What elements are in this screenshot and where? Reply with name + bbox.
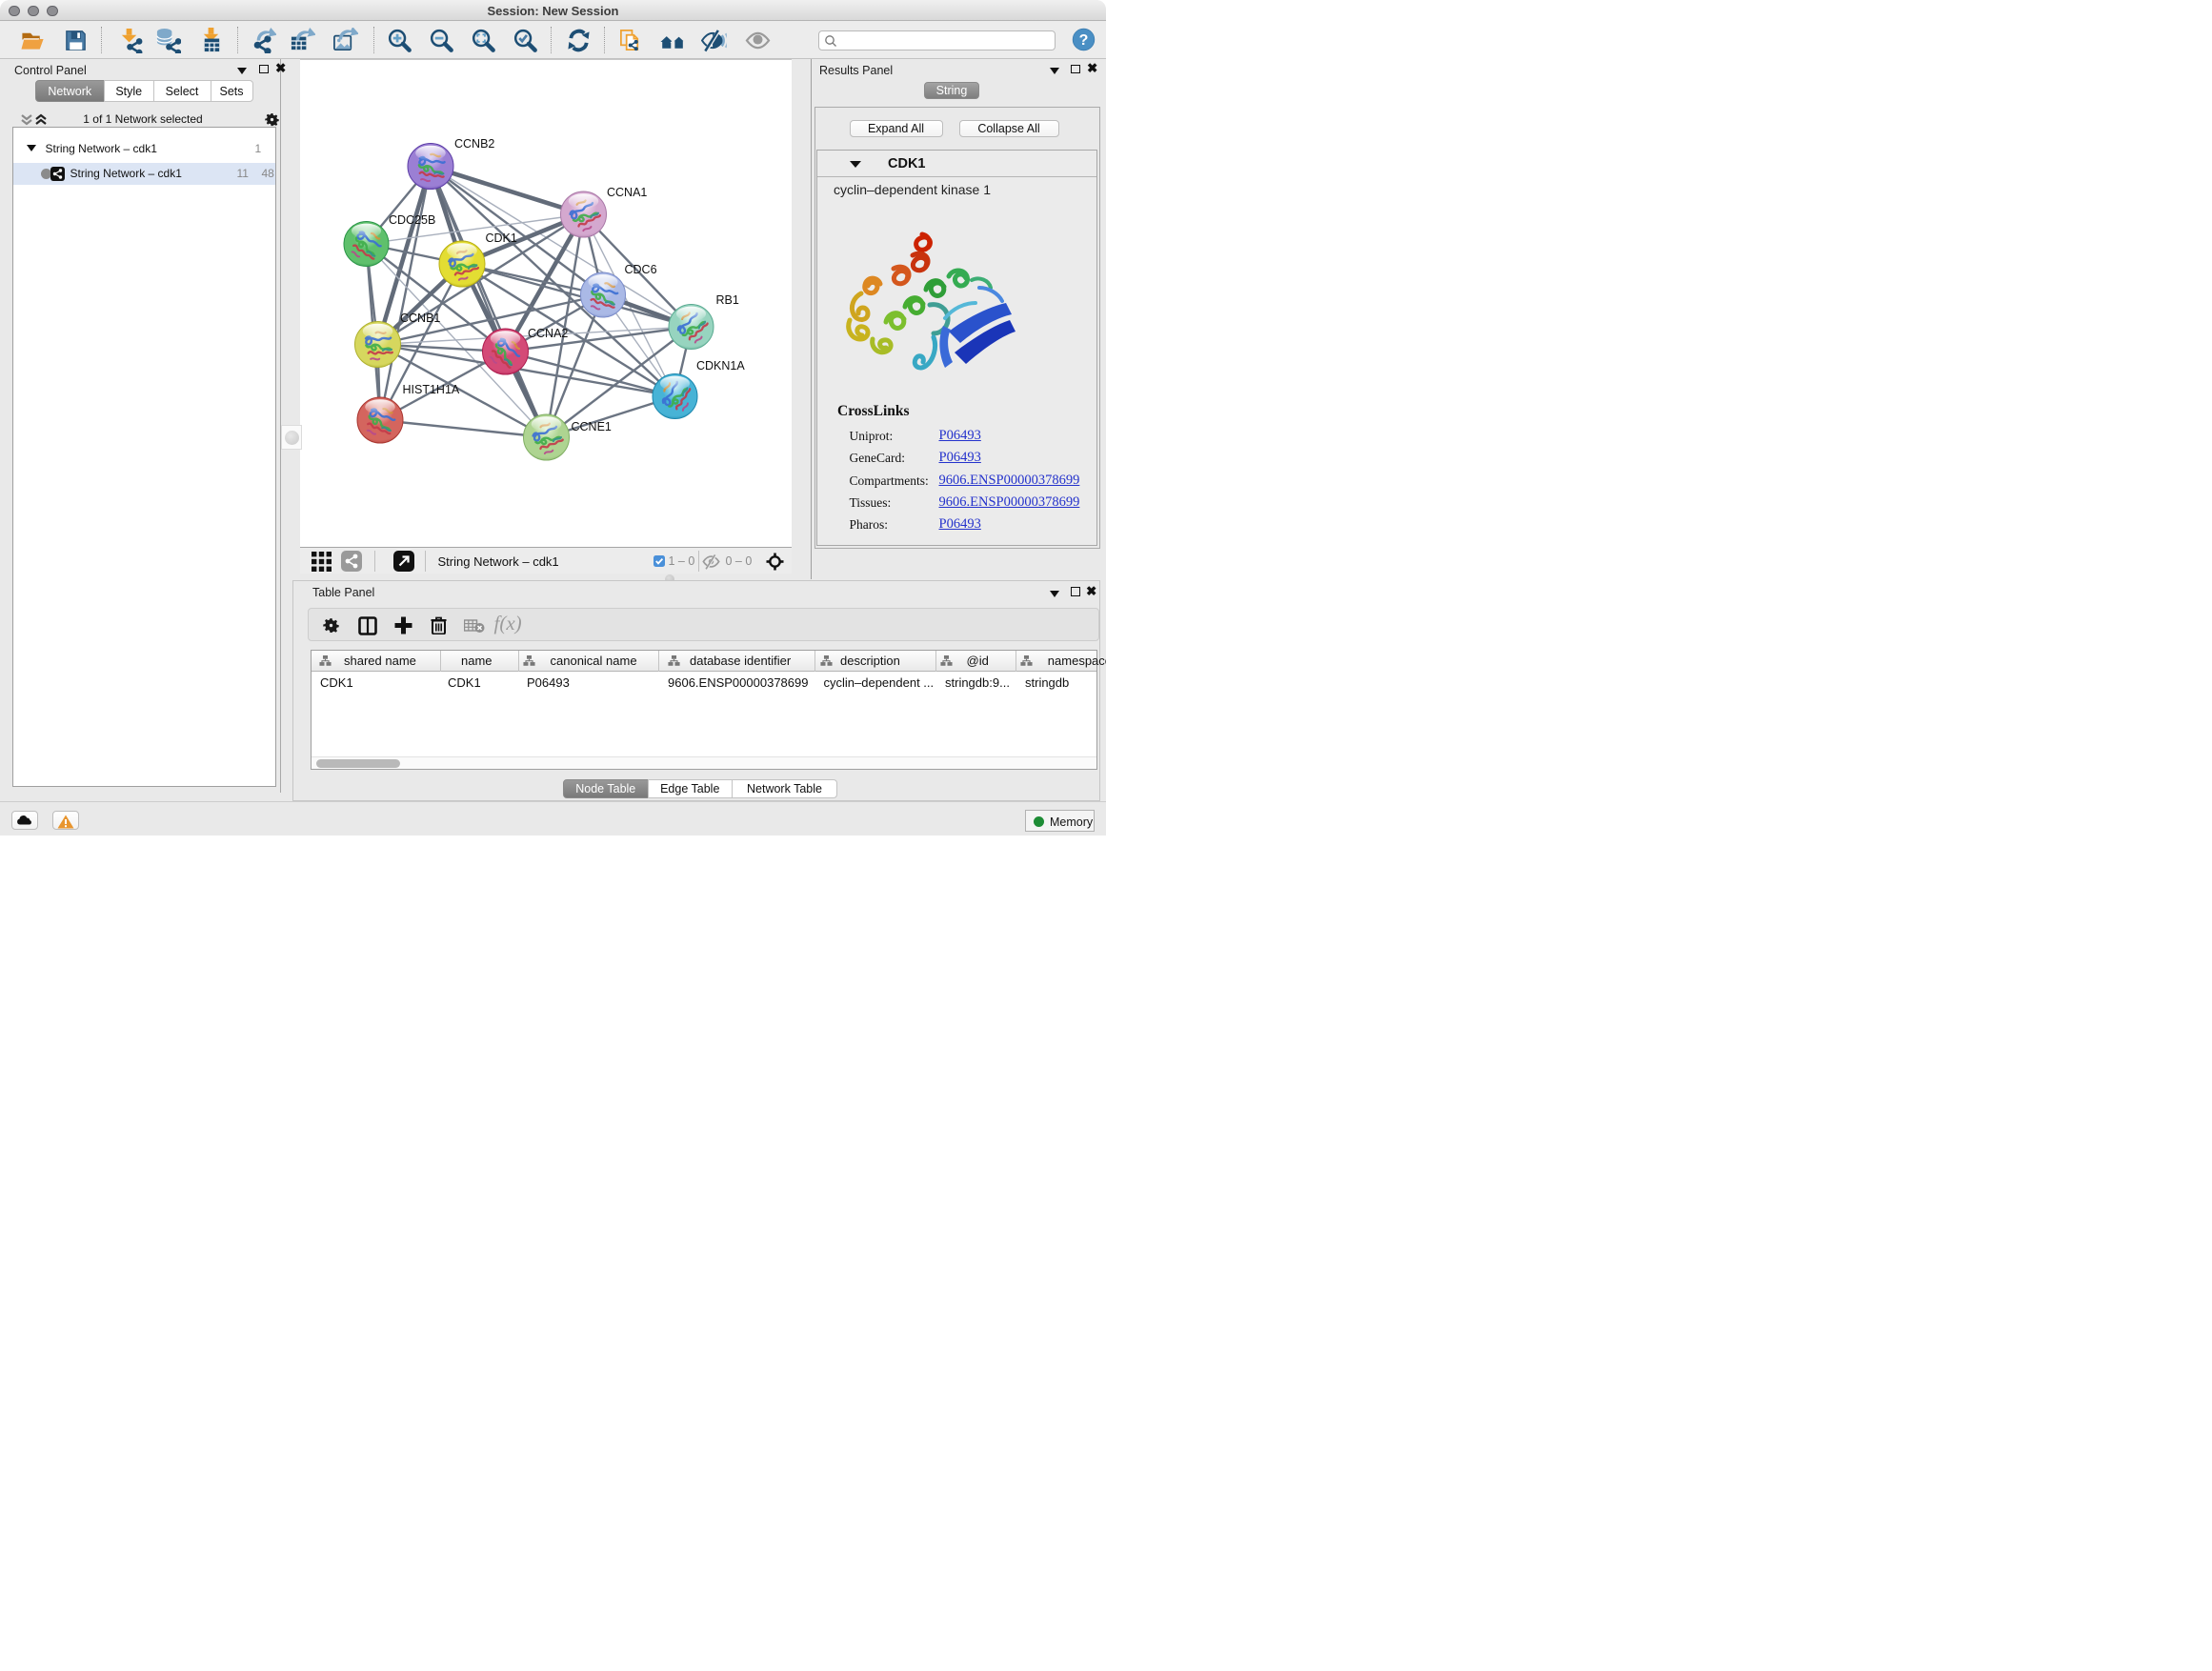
svg-text:HIST1H1A: HIST1H1A [402,383,459,396]
svg-text:CDK1: CDK1 [485,232,516,245]
svg-text:CDKN1A: CDKN1A [696,359,745,372]
svg-text:CCNA2: CCNA2 [528,327,568,340]
svg-text:?: ? [1079,32,1089,49]
svg-text:CCNE1: CCNE1 [571,420,611,433]
svg-text:CDC25B: CDC25B [389,213,435,227]
svg-text:CCNB2: CCNB2 [454,137,494,151]
svg-text:RB1: RB1 [715,293,738,307]
svg-text:CDC6: CDC6 [624,263,656,276]
svg-text:CCNB1: CCNB1 [400,312,440,325]
svg-text:CCNA1: CCNA1 [607,186,647,199]
